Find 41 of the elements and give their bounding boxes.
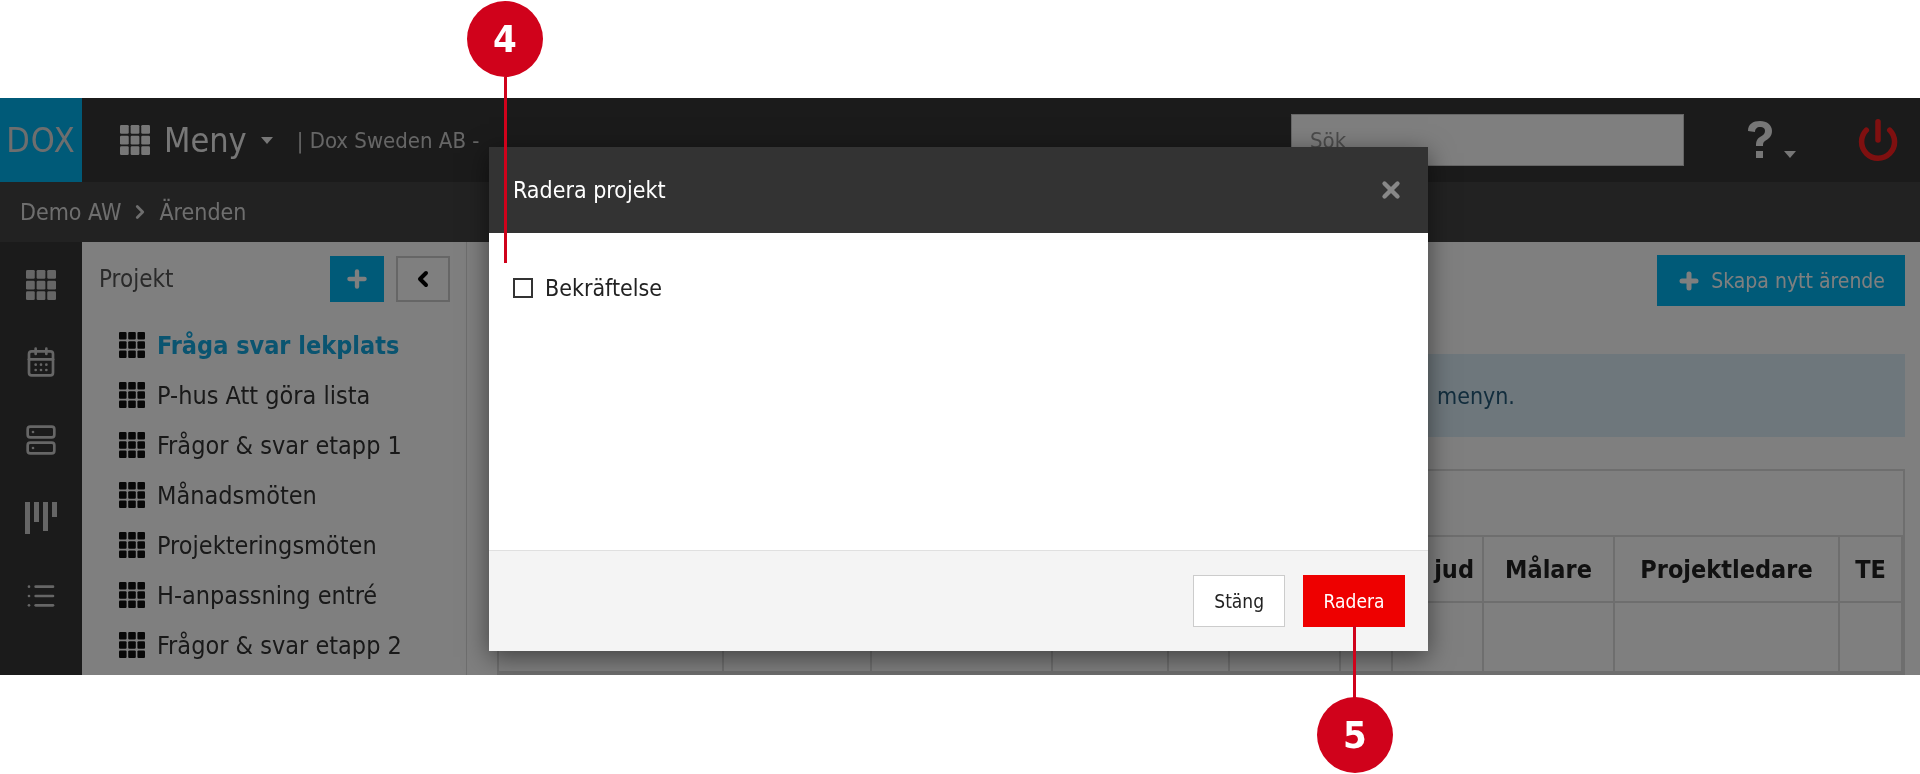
- confirm-checkbox[interactable]: Bekräftelse: [513, 275, 1404, 301]
- project-item[interactable]: Frågor & svar etapp 2: [119, 627, 450, 663]
- column-header: TE: [1840, 537, 1903, 603]
- collapse-button[interactable]: [396, 256, 450, 302]
- grid-icon: [119, 432, 145, 458]
- leader-line: [1353, 626, 1356, 698]
- caret-icon: [260, 136, 273, 144]
- delete-button[interactable]: Radera: [1303, 575, 1405, 627]
- grid-icon: [119, 632, 145, 658]
- callout-badge: 4: [467, 1, 543, 77]
- grid-icon: [119, 382, 145, 408]
- grid-icon: [119, 582, 145, 608]
- project-item[interactable]: H-anpassning entré: [119, 577, 450, 613]
- menu-button[interactable]: Meny: [120, 120, 273, 160]
- column-header: Projektledare: [1615, 537, 1840, 603]
- server-icon[interactable]: [25, 424, 57, 456]
- kanban-icon[interactable]: [25, 502, 57, 534]
- project-item[interactable]: P-hus Att göra lista: [119, 377, 450, 413]
- breadcrumb-current: Ärenden: [159, 199, 247, 225]
- grid-icon: [119, 532, 145, 558]
- project-item[interactable]: Frågor & svar etapp 1: [119, 427, 450, 463]
- calendar-icon[interactable]: [25, 346, 57, 378]
- project-item[interactable]: Projekteringsmöten: [119, 527, 450, 563]
- grid-icon: [120, 125, 150, 155]
- sidebar-title: Projekt: [99, 265, 175, 293]
- help-icon[interactable]: [1746, 120, 1774, 160]
- plus-icon: [344, 266, 370, 292]
- dialog-title: Radera projekt: [513, 177, 666, 203]
- close-button[interactable]: Stäng: [1193, 575, 1285, 627]
- column-header: Målare: [1484, 537, 1615, 603]
- breadcrumb-link[interactable]: Demo AW: [20, 199, 122, 225]
- add-button[interactable]: [330, 256, 384, 302]
- grid-icon: [119, 482, 145, 508]
- alert-text: menyn.: [1437, 382, 1515, 409]
- callout-badge: 5: [1317, 697, 1393, 773]
- power-icon[interactable]: [1856, 118, 1900, 162]
- company-label: | Dox Sweden AB -: [296, 127, 480, 153]
- grid-icon: [26, 270, 56, 300]
- project-item[interactable]: Månadsmöten: [119, 477, 450, 513]
- caret-icon: [1784, 151, 1796, 158]
- grid-icon: [119, 332, 145, 358]
